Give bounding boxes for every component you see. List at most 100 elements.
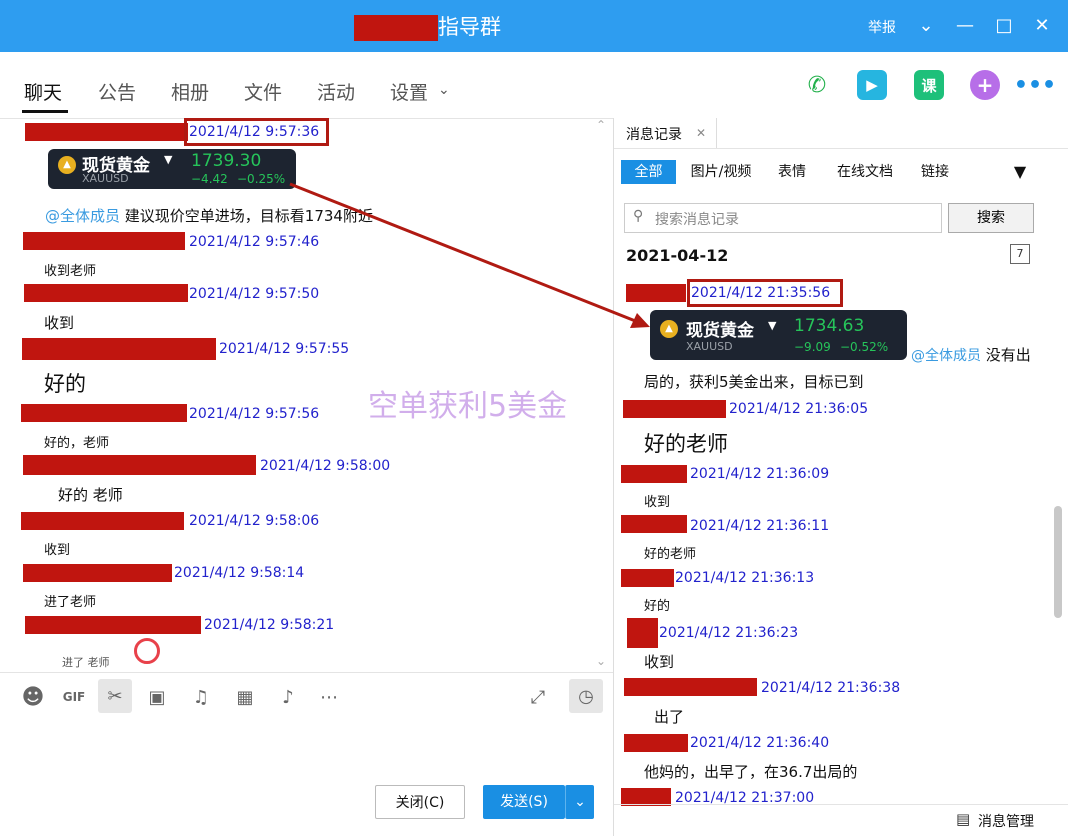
redacted-sender [621, 465, 687, 483]
message-timestamp: 2021/4/12 21:36:13 [675, 570, 815, 586]
tab-bar: 聊天 公告 相册 文件 活动 设置 ⌄ ✆ ▶ 课 + ••• [0, 52, 1068, 119]
expand-icon[interactable]: ⤢ [524, 683, 552, 711]
scrollbar-thumb[interactable] [1054, 506, 1062, 618]
mention-all[interactable]: @全体成员 [45, 207, 120, 225]
redacted-sender [23, 564, 172, 582]
calendar-icon[interactable]: 7 [1010, 244, 1030, 264]
search-icon: ⚲ [633, 208, 644, 224]
caret-down-icon: ▼ [164, 153, 173, 166]
message-history-panel: 消息记录 ✕ 全部 图片/视频 表情 在线文档 链接 ▼ ⚲ 搜索消息记录 搜索… [613, 118, 1068, 836]
message-timestamp: 2021/4/12 9:58:06 [189, 513, 320, 529]
tab-underline [22, 110, 68, 113]
screenshot-scissors-icon[interactable]: ✂ [98, 679, 132, 713]
message-text: 收到 [644, 495, 671, 510]
more-icon[interactable]: ⋯ [315, 683, 343, 711]
tab-album[interactable]: 相册 [171, 78, 209, 105]
window-title: 指导群 [438, 15, 501, 39]
chevron-down-icon[interactable]: ⌄ [914, 15, 938, 37]
divider [614, 804, 1068, 805]
tab-divider [716, 118, 717, 148]
caret-down-icon: ▼ [768, 319, 777, 332]
filter-stickers[interactable]: 表情 [772, 160, 812, 184]
filter-media[interactable]: 图片/视频 [686, 160, 756, 184]
chat-message-area[interactable]: ⌃ 2021/4/12 9:57:36 ▲ 现货黄金 ▼ XAUUSD 1739… [0, 118, 613, 672]
tab-files[interactable]: 文件 [244, 78, 282, 105]
message-timestamp: 2021/4/12 9:58:21 [204, 617, 335, 633]
tab-announcement[interactable]: 公告 [98, 78, 136, 105]
redacted-sender [624, 734, 688, 752]
redacted-sender [22, 338, 216, 360]
message-manage-button[interactable]: 消息管理 [978, 811, 1034, 831]
scroll-down-icon[interactable]: ⌄ [596, 654, 606, 668]
quote-card[interactable]: ▲ 现货黄金 ▼ XAUUSD 1734.63 −9.09 −0.52% [650, 310, 907, 360]
close-tab-icon[interactable]: ✕ [696, 126, 706, 140]
message-timestamp: 2021/4/12 9:58:00 [260, 458, 391, 474]
divider [614, 148, 1068, 149]
tab-activity[interactable]: 活动 [317, 78, 355, 105]
gold-coin-icon: ▲ [660, 320, 678, 338]
music-icon[interactable]: ♫ [187, 683, 215, 711]
send-options-chevron-icon[interactable]: ⌄ [565, 785, 594, 819]
highlight-box [687, 279, 843, 307]
message-timestamp: 2021/4/12 9:58:14 [174, 565, 305, 581]
bell-icon[interactable]: ♪ [274, 683, 302, 711]
chevron-down-icon[interactable]: ⌄ [438, 82, 450, 98]
redacted-sender [21, 512, 184, 530]
send-button[interactable]: 发送(S) [483, 785, 565, 819]
redacted-sender [25, 123, 188, 141]
tab-chat[interactable]: 聊天 [24, 78, 62, 105]
close-button[interactable]: 关闭(C) [375, 785, 465, 819]
lesson-icon[interactable]: 课 [914, 70, 944, 100]
folder-icon[interactable]: ▣ [143, 683, 171, 711]
history-date: 2021-04-12 [626, 246, 729, 265]
filter-all[interactable]: 全部 [621, 160, 676, 184]
filter-funnel-icon[interactable]: ▼ [1008, 160, 1032, 184]
search-input[interactable]: ⚲ 搜索消息记录 [624, 203, 942, 233]
image-icon[interactable]: ▦ [231, 683, 259, 711]
lollipop-emoji-icon [134, 638, 160, 664]
more-icon[interactable]: ••• [1014, 70, 1056, 100]
redacted-sender [21, 404, 187, 422]
redacted-sender [25, 616, 201, 634]
minimize-icon[interactable]: — [953, 15, 977, 37]
maximize-icon[interactable]: □ [992, 15, 1016, 37]
redacted-block [354, 15, 438, 41]
scroll-up-icon[interactable]: ⌃ [596, 118, 606, 132]
quote-change-pct: −0.52% [840, 340, 889, 354]
report-button[interactable]: 举报 [868, 17, 896, 37]
message-text: 收到 [644, 653, 675, 671]
voice-call-icon[interactable]: ✆ [802, 70, 832, 100]
search-button[interactable]: 搜索 [948, 203, 1034, 233]
highlight-box [184, 118, 329, 146]
tab-settings[interactable]: 设置 [390, 78, 428, 105]
filter-docs[interactable]: 在线文档 [832, 160, 898, 184]
message-text: 收到 [44, 314, 75, 332]
message-text: 好的 [644, 599, 671, 614]
quote-card[interactable]: ▲ 现货黄金 ▼ XAUUSD 1739.30 −4.42 −0.25% [48, 149, 296, 189]
close-icon[interactable]: ✕ [1030, 15, 1054, 37]
message-manage-icon[interactable]: ▤ [956, 810, 970, 828]
message-text: 好的老师 [644, 547, 697, 562]
redacted-sender [627, 618, 658, 648]
history-tab[interactable]: 消息记录 [626, 124, 682, 144]
video-call-icon[interactable]: ▶ [857, 70, 887, 100]
redacted-sender [23, 232, 185, 250]
quote-price: 1734.63 [794, 316, 865, 336]
message-timestamp: 2021/4/12 21:36:23 [659, 625, 799, 641]
message-text: @全体成员 建议现价空单进场，目标看1734附近 [45, 205, 373, 226]
message-timestamp: 2021/4/12 21:36:05 [729, 401, 869, 417]
gif-icon[interactable]: GIF [60, 683, 88, 711]
message-timestamp: 2021/4/12 21:36:40 [690, 735, 830, 751]
history-clock-icon[interactable]: ◷ [569, 679, 603, 713]
redacted-sender [626, 284, 686, 302]
filter-links[interactable]: 链接 [914, 160, 956, 184]
quote-name: 现货黄金 [686, 321, 754, 341]
message-timestamp: 2021/4/12 9:57:46 [189, 234, 320, 250]
redacted-sender [624, 678, 757, 696]
emoji-icon[interactable]: ☻ [19, 683, 47, 711]
mention-all[interactable]: @全体成员 [911, 348, 981, 364]
search-placeholder: 搜索消息记录 [655, 212, 739, 228]
add-app-icon[interactable]: + [970, 70, 1000, 100]
quote-symbol: XAUUSD [82, 172, 129, 185]
input-toolbar: ☻ GIF ✂ ▣ ♫ ▦ ♪ ⋯ ⤢ ◷ [0, 672, 613, 717]
